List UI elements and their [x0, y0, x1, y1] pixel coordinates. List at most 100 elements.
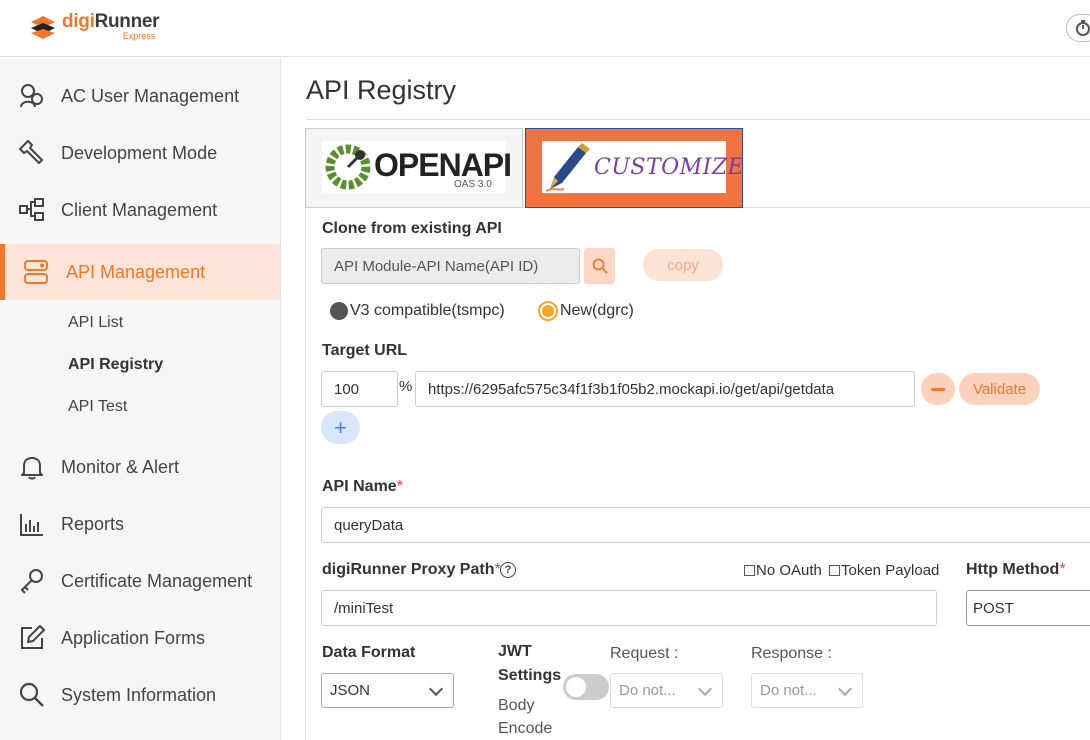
body-encode-line1: Body [498, 697, 535, 714]
sidebar-subitem-api-list[interactable]: API List [68, 314, 123, 332]
wrench-icon [19, 140, 43, 164]
sidebar-item-certificate-management[interactable]: Certificate Management [0, 553, 280, 609]
jwt-label-line2: Settings [498, 667, 562, 684]
percent-sign: % [399, 378, 413, 395]
divider [306, 119, 1090, 120]
clone-label: Clone from existing API [322, 220, 502, 237]
http-method-select[interactable]: POST [966, 590, 1090, 626]
radio-unchecked-icon [330, 302, 348, 320]
required-mark: * [396, 478, 403, 495]
target-url-label: Target URL [322, 342, 408, 359]
bar-chart-icon [20, 514, 43, 536]
openapi-version: OAS 3.0 [454, 179, 492, 190]
sidebar-item-client-management[interactable]: Client Management [0, 182, 280, 238]
data-format-select[interactable]: JSON [321, 673, 454, 708]
openapi-gear-icon [325, 144, 371, 190]
copy-button[interactable]: copy [643, 249, 723, 281]
remove-url-button[interactable] [921, 373, 955, 405]
sidebar-item-label: Application Forms [61, 627, 206, 648]
target-url-input[interactable]: https://6295afc575c34f1f3b1f05b2.mockapi… [415, 371, 915, 407]
radio-v3-compatible[interactable]: V3 compatible(tsmpc) [330, 302, 505, 320]
data-format-label: Data Format [322, 644, 416, 661]
logo-edition: Express [122, 31, 156, 41]
users-icon [20, 84, 43, 108]
stopwatch-icon [1076, 20, 1090, 36]
openapi-logo: OPENAPI OAS 3.0 [322, 141, 512, 193]
api-icon [24, 260, 48, 284]
form-panel [305, 208, 1090, 740]
clone-api-input[interactable]: API Module-API Name(API ID) [321, 248, 580, 284]
chevron-down-icon [837, 681, 853, 697]
checkbox-label: Token Payload [841, 562, 940, 579]
sidebar-item-label: Reports [61, 513, 125, 534]
http-method-label: Http Method* [966, 561, 1066, 578]
tab-customize[interactable]: CUSTOMIZE [525, 128, 744, 208]
sidebar-item-system-information[interactable]: System Information [0, 667, 280, 723]
jwt-label-line1: JWT [498, 643, 532, 660]
request-label: Request : [610, 645, 679, 662]
select-value: Do not... [619, 682, 676, 699]
sidebar-item-label: Monitor & Alert [61, 456, 180, 477]
chevron-down-icon [428, 681, 444, 697]
sidebar-item-monitor-alert[interactable]: Monitor & Alert [0, 439, 280, 495]
logo-stack-icon [30, 14, 56, 40]
sidebar-item-label: Certificate Management [61, 570, 253, 591]
no-oauth-checkbox[interactable]: No OAuth [744, 562, 822, 579]
sidebar-item-application-forms[interactable]: Application Forms [0, 610, 280, 666]
checkbox-icon [829, 565, 840, 576]
sidebar-item-label: System Information [61, 684, 217, 705]
app-header: digiRunner Express [0, 0, 1090, 57]
digirunner-logo[interactable]: digiRunner Express [30, 11, 160, 41]
sidebar-item-api-management[interactable]: API Management [0, 244, 280, 300]
select-value: JSON [330, 682, 371, 699]
token-payload-checkbox[interactable]: Token Payload [829, 562, 939, 579]
sidebar-item-label: Client Management [61, 199, 218, 220]
validate-button[interactable]: Validate [959, 373, 1040, 405]
page-title: API Registry [306, 75, 457, 105]
jwt-toggle[interactable] [563, 674, 609, 700]
add-url-button[interactable]: + [321, 411, 360, 444]
radio-label: V3 compatible(tsmpc) [350, 302, 505, 319]
radio-new-dgrc[interactable]: New(dgrc) [538, 301, 634, 321]
tab-openapi[interactable]: OPENAPI OAS 3.0 [305, 128, 523, 208]
select-value: Do not... [760, 682, 817, 699]
proxy-path-label: digiRunner Proxy Path* [322, 561, 501, 578]
sidebar-item-ac-user-management[interactable]: AC User Management [0, 68, 280, 124]
sidebar-item-development-mode[interactable]: Development Mode [0, 125, 280, 181]
sidebar: AC User Management Development Mode Clie… [0, 58, 281, 740]
search-icon [19, 682, 44, 707]
active-indicator [0, 244, 5, 300]
proxy-path-input[interactable]: /miniTest [321, 590, 937, 626]
search-icon [592, 258, 608, 274]
api-name-input[interactable]: queryData [321, 507, 1090, 543]
clone-search-button[interactable] [584, 248, 615, 284]
logo-brand-prefix: digi [62, 11, 95, 32]
customize-logo: CUSTOMIZE [542, 141, 744, 193]
target-weight-input[interactable]: 100 [321, 371, 398, 407]
edit-icon [21, 625, 45, 649]
logo-brand-suffix: Runner [94, 11, 160, 32]
response-select[interactable]: Do not... [751, 673, 863, 708]
bell-icon [21, 457, 43, 480]
sidebar-item-reports[interactable]: Reports [0, 496, 280, 552]
required-mark: * [1059, 561, 1066, 578]
checkbox-icon [744, 565, 755, 576]
timer-button[interactable] [1066, 14, 1090, 42]
help-icon[interactable]: ? [500, 562, 516, 578]
sidebar-subitem-api-registry[interactable]: API Registry [68, 356, 163, 374]
radio-checked-icon [538, 301, 558, 321]
key-icon [20, 569, 43, 594]
chevron-down-icon [697, 681, 713, 697]
api-name-label: API Name* [322, 478, 403, 495]
checkbox-label: No OAuth [756, 562, 822, 579]
pen-icon [545, 143, 590, 192]
sidebar-item-label: AC User Management [61, 85, 240, 106]
body-encode-line2: Encode [498, 720, 553, 737]
radio-label: New(dgrc) [560, 302, 634, 319]
sidebar-item-label: Development Mode [61, 142, 218, 163]
sidebar-subitem-api-test[interactable]: API Test [68, 398, 127, 416]
sidebar-item-label: API Management [66, 261, 206, 282]
customize-label: CUSTOMIZE [594, 155, 745, 180]
hierarchy-icon [19, 198, 44, 221]
request-select[interactable]: Do not... [610, 673, 723, 708]
